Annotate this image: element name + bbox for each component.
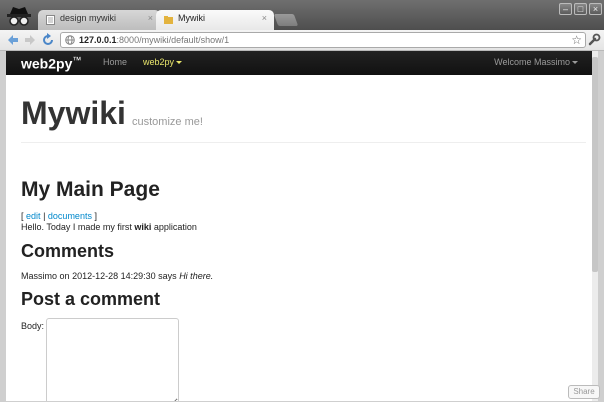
comment-on: on <box>59 271 70 281</box>
minimize-button[interactable]: – <box>559 3 572 15</box>
body-text-bold: wiki <box>134 222 152 232</box>
caret-down-icon <box>572 61 578 65</box>
tab-mywiki[interactable]: Mywiki × <box>156 10 274 30</box>
back-arrow-icon[interactable] <box>6 33 20 47</box>
comment-author: Massimo <box>21 271 58 281</box>
nav-home-link[interactable]: Home <box>103 57 127 67</box>
header-divider <box>21 142 586 143</box>
window-controls: – □ × <box>559 3 602 15</box>
bracket-open: [ <box>21 211 24 221</box>
link-separator: | <box>43 211 46 221</box>
browser-toolbar: 127.0.0.1:8000/mywiki/default/show/1 ☆ <box>0 30 604 51</box>
tab-design-mywiki[interactable]: design mywiki × <box>38 10 160 30</box>
comment-item: Massimo on 2012-12-28 14:29:30 says Hi t… <box>21 271 213 281</box>
tab-label: design mywiki <box>60 13 117 23</box>
bracket-close: ] <box>94 211 97 221</box>
wrench-icon[interactable] <box>587 33 601 47</box>
nav-web2py-label: web2py <box>143 57 175 67</box>
documents-link[interactable]: documents <box>48 211 92 221</box>
caret-down-icon <box>176 61 183 65</box>
comment-body-textarea[interactable] <box>46 318 179 401</box>
tab-close-icon[interactable]: × <box>148 13 153 23</box>
post-comment-heading: Post a comment <box>21 289 161 309</box>
comment-says: says <box>158 271 177 281</box>
url-host: 127.0.0.1 <box>79 35 117 45</box>
brand-text: web2py <box>21 55 73 72</box>
trademark: ™ <box>72 55 82 65</box>
address-bar[interactable]: 127.0.0.1:8000/mywiki/default/show/1 ☆ <box>60 32 586 48</box>
tab-close-icon[interactable]: × <box>262 13 267 23</box>
edit-link[interactable]: edit <box>26 211 41 221</box>
scrollbar-thumb[interactable] <box>592 57 598 272</box>
top-navbar: web2py™ Home web2py Welcome Massimo <box>6 51 598 75</box>
page-icon <box>46 15 55 25</box>
globe-icon <box>65 35 75 45</box>
page-body: Hello. Today I made my first wiki applic… <box>21 222 197 232</box>
nav-web2py-menu[interactable]: web2py <box>143 57 183 67</box>
comment-text: Hi there. <box>179 271 214 281</box>
comment-datetime: 2012-12-28 14:29:30 <box>72 271 156 281</box>
body-text-start: Hello. Today I made my first <box>21 222 135 232</box>
incognito-icon <box>7 7 31 26</box>
share-button[interactable]: Share <box>568 385 600 399</box>
star-icon[interactable]: ☆ <box>571 33 582 47</box>
reload-icon[interactable] <box>41 33 55 47</box>
folder-icon <box>164 16 173 24</box>
body-text-end: application <box>151 222 197 232</box>
site-subtitle: customize me! <box>132 116 203 128</box>
new-tab-button[interactable] <box>273 14 299 26</box>
url-text: 127.0.0.1:8000/mywiki/default/show/1 <box>79 35 229 45</box>
brand-link[interactable]: web2py™ <box>21 55 81 72</box>
url-path: :8000/mywiki/default/show/1 <box>116 35 230 45</box>
nav-user-label: Welcome Massimo <box>494 57 570 67</box>
page-heading: My Main Page <box>21 178 160 201</box>
browser-tab-strip: design mywiki × Mywiki × – □ × <box>0 0 604 30</box>
vertical-scrollbar[interactable] <box>592 51 598 401</box>
comments-heading: Comments <box>21 241 115 261</box>
nav-user-menu[interactable]: Welcome Massimo <box>494 57 578 67</box>
tab-label: Mywiki <box>178 13 205 23</box>
close-window-button[interactable]: × <box>589 3 602 15</box>
site-title: Mywiki <box>21 95 126 131</box>
forward-arrow-icon[interactable] <box>23 33 37 47</box>
page-viewport: web2py™ Home web2py Welcome Massimo Mywi… <box>6 51 598 401</box>
body-label: Body: <box>21 321 45 331</box>
page-actions: [ edit | documents ] <box>21 211 97 221</box>
maximize-button[interactable]: □ <box>574 3 587 15</box>
